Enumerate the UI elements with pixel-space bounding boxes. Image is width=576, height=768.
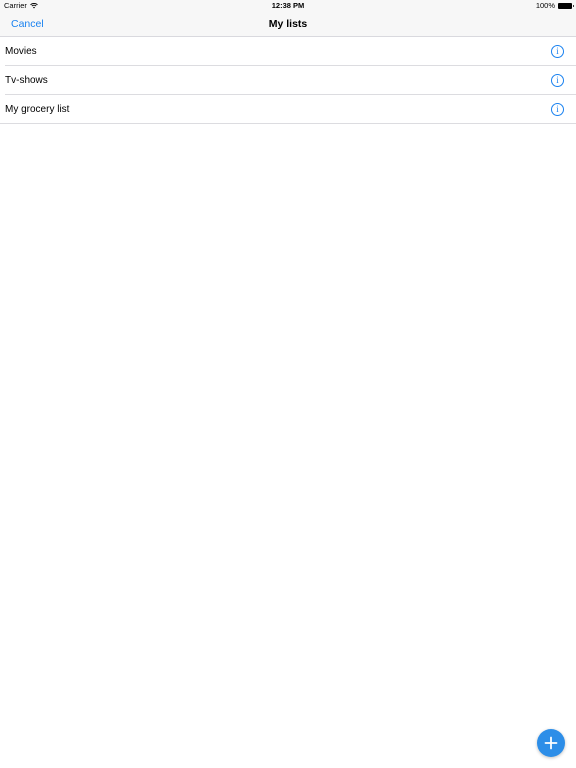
list-item-movies[interactable]: Movies i bbox=[0, 37, 576, 66]
status-right: 100% bbox=[535, 0, 574, 12]
list-item-grocery[interactable]: My grocery list i bbox=[0, 95, 576, 124]
info-icon[interactable]: i bbox=[551, 103, 564, 116]
list-item-label: Movies bbox=[5, 46, 37, 57]
info-icon[interactable]: i bbox=[551, 45, 564, 58]
status-bar: Carrier 12:38 PM 100% bbox=[0, 0, 576, 12]
list-item-label: My grocery list bbox=[5, 103, 70, 115]
lists-table: Movies i Tv-shows i My grocery list i bbox=[0, 37, 576, 124]
screen: Carrier 12:38 PM 100% Cancel My lists Mo… bbox=[0, 0, 576, 768]
page-title: My lists bbox=[268, 18, 308, 30]
navigation-bar: Cancel My lists bbox=[0, 12, 576, 37]
list-item-label: Tv-shows bbox=[5, 75, 48, 86]
battery-percent: 100% bbox=[535, 1, 555, 10]
add-list-button[interactable] bbox=[537, 729, 565, 757]
list-item-tv-shows[interactable]: Tv-shows i bbox=[0, 66, 576, 95]
status-time: 12:38 PM bbox=[271, 1, 305, 10]
plus-icon bbox=[544, 736, 558, 750]
info-icon[interactable]: i bbox=[551, 74, 564, 87]
battery-icon bbox=[558, 3, 574, 9]
